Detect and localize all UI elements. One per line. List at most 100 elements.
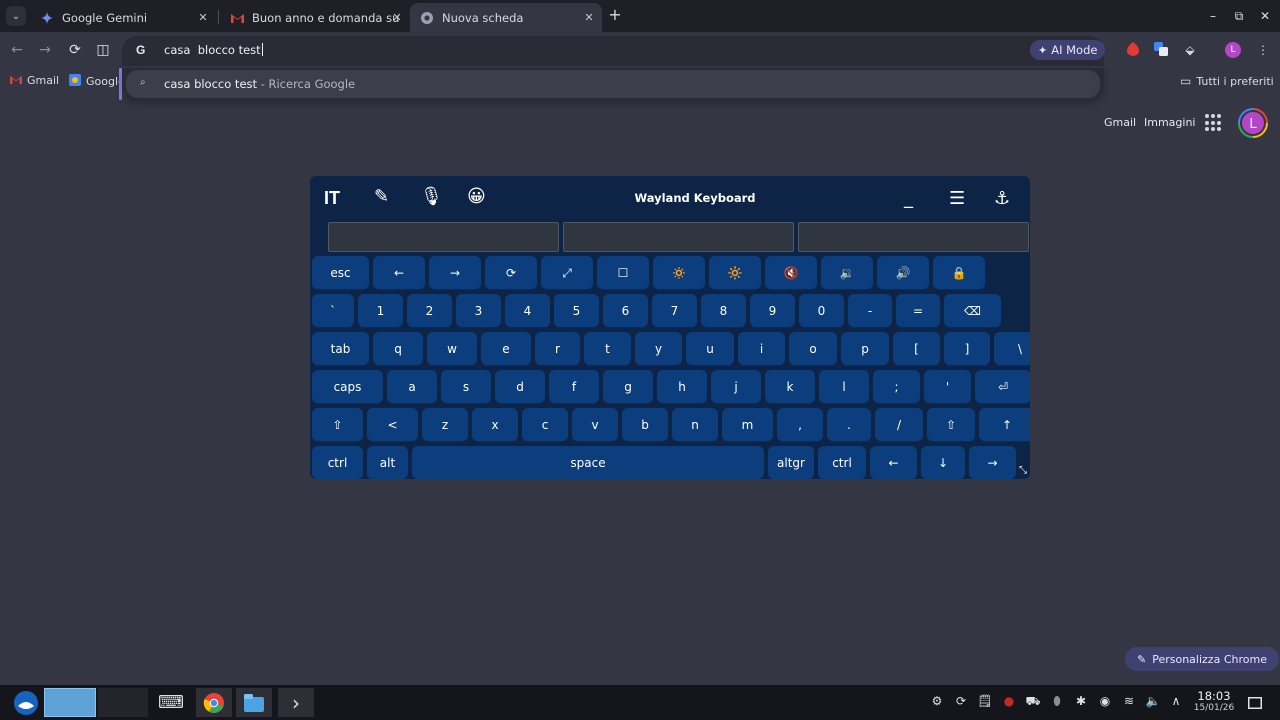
wifi-tray-icon[interactable]: ≋	[1121, 694, 1137, 708]
close-icon[interactable]: ✕	[582, 11, 596, 25]
profile-avatar[interactable]: L	[1225, 42, 1241, 58]
tab-search-button[interactable]: ⌄	[6, 6, 26, 26]
new-tab-button[interactable]: +	[606, 7, 624, 25]
key[interactable]: 4	[505, 294, 550, 328]
key[interactable]: b	[622, 408, 668, 442]
key[interactable]: ⟳	[485, 256, 537, 290]
key[interactable]: 5	[554, 294, 599, 328]
key[interactable]: [	[893, 332, 940, 366]
key[interactable]: '	[924, 370, 971, 404]
back-icon[interactable]: ←	[8, 41, 26, 59]
notifications-icon[interactable]	[1246, 688, 1264, 717]
translate-icon[interactable]	[1153, 42, 1169, 58]
address-input[interactable]: casa blocco test	[164, 43, 263, 57]
sync-tray-icon[interactable]: ⟳	[953, 694, 969, 708]
key[interactable]: 7	[652, 294, 697, 328]
customize-chrome-button[interactable]: ✎ Personalizza Chrome	[1125, 647, 1279, 671]
key[interactable]: alt	[367, 446, 408, 479]
menu-kebab-icon[interactable]: ⋮	[1255, 42, 1271, 58]
key[interactable]: \	[994, 332, 1030, 366]
extensions-puzzle-icon[interactable]: ⬙	[1182, 42, 1198, 58]
minimize-keyboard-icon[interactable]: _	[904, 188, 913, 209]
key[interactable]: ctrl	[312, 446, 363, 479]
tab-gmail[interactable]: Buon anno e domanda su ✕	[220, 3, 410, 32]
key[interactable]: 3	[456, 294, 501, 328]
bookmark-gmail[interactable]: Gmail	[10, 74, 59, 87]
key[interactable]: c	[522, 408, 568, 442]
key[interactable]: ⏎	[975, 370, 1030, 404]
key[interactable]: f	[549, 370, 599, 404]
battery-tray-icon[interactable]: ⬮	[1049, 694, 1065, 709]
key[interactable]: w	[427, 332, 477, 366]
bluetooth-tray-icon[interactable]: ✱	[1073, 694, 1089, 708]
chevron-up-icon[interactable]: ∧	[1168, 694, 1184, 708]
key[interactable]: ,	[777, 408, 823, 442]
close-icon[interactable]: ✕	[390, 11, 404, 25]
resize-handle-icon[interactable]: ⤡	[1019, 465, 1027, 476]
key[interactable]: 🔊	[877, 256, 929, 290]
key[interactable]: 9	[750, 294, 795, 328]
key[interactable]: 🔒	[933, 256, 985, 290]
keyboard-icon[interactable]: ⌨	[156, 688, 186, 717]
tab-nuova-scheda[interactable]: Nuova scheda ✕	[410, 3, 602, 32]
gmail-link[interactable]: Gmail	[1104, 116, 1136, 129]
prediction-slot-1[interactable]	[328, 222, 559, 252]
key[interactable]: ctrl	[818, 446, 866, 479]
tab-google-gemini[interactable]: Google Gemini ✕	[30, 3, 216, 32]
key[interactable]: ⤢	[541, 256, 593, 290]
key[interactable]: p	[841, 332, 889, 366]
images-link[interactable]: Immagini	[1144, 116, 1195, 129]
key[interactable]: o	[789, 332, 837, 366]
file-manager-icon[interactable]	[236, 688, 272, 717]
key[interactable]: 🔅	[653, 256, 705, 290]
key[interactable]: 🔆	[709, 256, 761, 290]
key[interactable]: z	[422, 408, 468, 442]
key[interactable]: s	[441, 370, 491, 404]
prediction-slot-2[interactable]	[563, 222, 794, 252]
anchor-icon[interactable]: ⚓	[994, 188, 1010, 209]
key[interactable]: i	[738, 332, 785, 366]
address-bar[interactable]: G casa blocco test	[122, 36, 1104, 66]
key[interactable]: v	[572, 408, 618, 442]
key[interactable]: q	[373, 332, 423, 366]
key[interactable]: 6	[603, 294, 648, 328]
key[interactable]: =	[896, 294, 940, 328]
key[interactable]: →	[429, 256, 481, 290]
extension-red-icon[interactable]	[1125, 42, 1141, 58]
key[interactable]: 0	[799, 294, 844, 328]
record-tray-icon[interactable]: ●	[1001, 694, 1017, 708]
key[interactable]: ☐	[597, 256, 649, 290]
reload-icon[interactable]: ⟳	[66, 41, 84, 59]
key[interactable]: ⌫	[944, 294, 1001, 328]
forward-icon[interactable]: →	[36, 41, 54, 59]
minimize-icon[interactable]: –	[1205, 8, 1221, 24]
settings-tray-icon[interactable]: ⚙	[929, 694, 945, 708]
key[interactable]: ↓	[921, 446, 965, 479]
key[interactable]: ⇧	[927, 408, 975, 442]
launcher-icon[interactable]	[10, 688, 42, 717]
key[interactable]: space	[412, 446, 764, 479]
key[interactable]: 8	[701, 294, 746, 328]
key[interactable]: 1	[358, 294, 403, 328]
key[interactable]: l	[819, 370, 869, 404]
clipboard-tray-icon[interactable]: 🗒	[977, 694, 993, 708]
clock[interactable]: 18:03 15/01/26	[1190, 689, 1238, 713]
close-icon[interactable]: ✕	[196, 11, 210, 25]
suggestion-item[interactable]: ⌕ casa blocco test - Ricerca Google	[126, 70, 1100, 98]
key[interactable]: 🔉	[821, 256, 873, 290]
key[interactable]: ]	[944, 332, 990, 366]
key[interactable]: `	[312, 294, 354, 328]
key[interactable]: esc	[312, 256, 369, 290]
key[interactable]: ↑	[979, 408, 1030, 442]
key[interactable]: y	[635, 332, 682, 366]
volume-tray-icon[interactable]: 🔈	[1145, 694, 1161, 708]
network-tray-icon[interactable]: ◉	[1097, 694, 1113, 708]
menu-icon[interactable]: ☰	[949, 188, 965, 209]
apps-grid-icon[interactable]	[1205, 114, 1223, 132]
key[interactable]: j	[711, 370, 761, 404]
key[interactable]: ;	[873, 370, 920, 404]
key[interactable]: x	[472, 408, 518, 442]
key[interactable]: e	[481, 332, 531, 366]
key[interactable]: 🔇	[765, 256, 817, 290]
vpn-tray-icon[interactable]: ⛟	[1025, 694, 1041, 710]
